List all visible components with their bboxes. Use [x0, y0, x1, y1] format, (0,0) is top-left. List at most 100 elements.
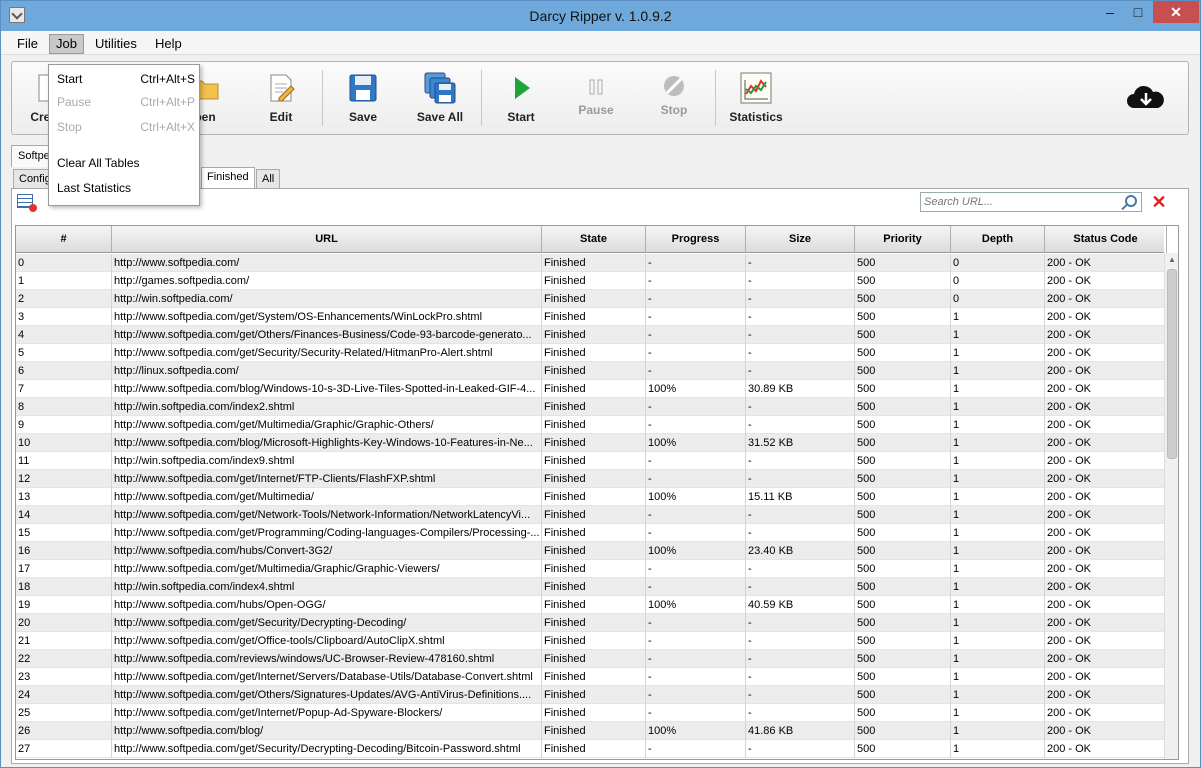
menu-item-last-statistics[interactable]: Last Statistics [49, 178, 199, 198]
cell-depth: 1 [951, 686, 1045, 704]
table-row[interactable]: 0 http://www.softpedia.com/Finished - -500 0… [16, 254, 1167, 272]
cell-state: Finished [542, 380, 646, 398]
table-row[interactable]: 24 http://www.softpedia.com/get/Others/Si… [16, 686, 1167, 704]
table-row[interactable]: 17 http://www.softpedia.com/get/Multimedi… [16, 560, 1167, 578]
cell-state: Finished [542, 470, 646, 488]
menu-item-stop[interactable]: Stop Ctrl+Alt+X [49, 117, 199, 137]
table-row[interactable]: 23 http://www.softpedia.com/get/Internet/… [16, 668, 1167, 686]
cell-number: 23 [16, 668, 112, 686]
cell-progress: - [646, 416, 746, 434]
cell-progress: - [646, 740, 746, 758]
table-row[interactable]: 5 http://www.softpedia.com/get/Security/S… [16, 344, 1167, 362]
minimize-button[interactable]: – [1096, 1, 1124, 23]
export-table-icon[interactable] [17, 194, 37, 212]
table-row[interactable]: 26 http://www.softpedia.com/blog/Finished… [16, 722, 1167, 740]
scroll-up-icon[interactable]: ▲ [1165, 253, 1179, 267]
cell-url: http://www.softpedia.com/get/Security/De… [112, 740, 542, 758]
cell-progress: - [646, 326, 746, 344]
column-header-url[interactable]: URL [112, 226, 542, 253]
column-header-size[interactable]: Size [746, 226, 855, 253]
stop-button[interactable]: Stop [639, 68, 709, 130]
table-row[interactable]: 4 http://www.softpedia.com/get/Others/Fin… [16, 326, 1167, 344]
cell-state: Finished [542, 560, 646, 578]
table-row[interactable]: 25 http://www.softpedia.com/get/Internet/… [16, 704, 1167, 722]
cell-size: - [746, 650, 855, 668]
cell-url: http://www.softpedia.com/blog/Microsoft-… [112, 434, 542, 452]
table-row[interactable]: 3 http://www.softpedia.com/get/System/OS-… [16, 308, 1167, 326]
table-row[interactable]: 20 http://www.softpedia.com/get/Security/… [16, 614, 1167, 632]
vertical-scrollbar[interactable]: ▲ [1164, 253, 1178, 759]
pause-button[interactable]: Pause [561, 68, 631, 130]
menu-file[interactable]: File [11, 34, 44, 54]
column-header-progress[interactable]: Progress [646, 226, 746, 253]
column-header-state[interactable]: State [542, 226, 646, 253]
cell-size: 31.52 KB [746, 434, 855, 452]
table-row[interactable]: 9 http://www.softpedia.com/get/Multimedia… [16, 416, 1167, 434]
cell-state: Finished [542, 704, 646, 722]
menu-help[interactable]: Help [149, 34, 188, 54]
search-field[interactable] [920, 192, 1142, 212]
menu-job[interactable]: Job [49, 34, 84, 54]
table-row[interactable]: 14 http://www.softpedia.com/get/Network-T… [16, 506, 1167, 524]
cloud-download-icon[interactable] [1126, 84, 1166, 112]
cell-state: Finished [542, 416, 646, 434]
cell-number: 9 [16, 416, 112, 434]
cell-number: 4 [16, 326, 112, 344]
cell-url: http://games.softpedia.com/ [112, 272, 542, 290]
table-row[interactable]: 1 http://games.softpedia.com/Finished - -50… [16, 272, 1167, 290]
menu-item-pause[interactable]: Pause Ctrl+Alt+P [49, 92, 199, 112]
table-row[interactable]: 11 http://win.softpedia.com/index9.shtml F… [16, 452, 1167, 470]
cell-priority: 500 [855, 686, 951, 704]
toolbar-separator [322, 70, 323, 126]
table-row[interactable]: 8 http://win.softpedia.com/index2.shtml Fi… [16, 398, 1167, 416]
cell-size: - [746, 668, 855, 686]
table-row[interactable]: 21 http://www.softpedia.com/get/Office-to… [16, 632, 1167, 650]
cell-depth: 1 [951, 344, 1045, 362]
table-row[interactable]: 19 http://www.softpedia.com/hubs/Open-OGG… [16, 596, 1167, 614]
cell-priority: 500 [855, 416, 951, 434]
cell-number: 1 [16, 272, 112, 290]
tab-config[interactable]: Config [13, 169, 51, 189]
search-icon[interactable] [1125, 195, 1137, 207]
tab-finished[interactable]: Finished [201, 167, 255, 189]
cell-status-code: 200 - OK [1045, 578, 1167, 596]
table-row[interactable]: 15 http://www.softpedia.com/get/Programmi… [16, 524, 1167, 542]
cell-state: Finished [542, 398, 646, 416]
menu-utilities[interactable]: Utilities [89, 34, 143, 54]
cell-priority: 500 [855, 308, 951, 326]
edit-button[interactable]: Edit [246, 68, 316, 130]
table-row[interactable]: 18 http://win.softpedia.com/index4.shtml F… [16, 578, 1167, 596]
save-button[interactable]: Save [328, 68, 398, 130]
cell-number: 0 [16, 254, 112, 272]
statistics-button[interactable]: Statistics [721, 68, 791, 130]
table-row[interactable]: 13 http://www.softpedia.com/get/Multimedi… [16, 488, 1167, 506]
menu-item-start[interactable]: Start Ctrl+Alt+S [49, 69, 199, 89]
menu-item-shortcut: Ctrl+Alt+P [140, 95, 195, 109]
column-header-priority[interactable]: Priority [855, 226, 951, 253]
table-row[interactable]: 2 http://win.softpedia.com/Finished - -500 0… [16, 290, 1167, 308]
save-all-button[interactable]: Save All [405, 68, 475, 130]
table-row[interactable]: 16 http://www.softpedia.com/hubs/Convert-… [16, 542, 1167, 560]
column-header-depth[interactable]: Depth [951, 226, 1045, 253]
close-button[interactable]: ✕ [1153, 1, 1199, 23]
cell-state: Finished [542, 740, 646, 758]
clear-search-button[interactable]: ✕ [1150, 193, 1168, 211]
table-row[interactable]: 6 http://linux.softpedia.com/Finished - -50… [16, 362, 1167, 380]
tab-all[interactable]: All [256, 169, 281, 189]
start-button[interactable]: Start [486, 68, 556, 130]
table-row[interactable]: 27 http://www.softpedia.com/get/Security/… [16, 740, 1167, 758]
table-row[interactable]: 10 http://www.softpedia.com/blog/Microsof… [16, 434, 1167, 452]
table-row[interactable]: 12 http://www.softpedia.com/get/Internet/… [16, 470, 1167, 488]
table-row[interactable]: 7 http://www.softpedia.com/blog/Windows-1… [16, 380, 1167, 398]
cell-progress: 100% [646, 380, 746, 398]
table-row[interactable]: 22 http://www.softpedia.com/reviews/windo… [16, 650, 1167, 668]
maximize-button[interactable]: □ [1124, 1, 1152, 23]
column-header-status-code[interactable]: Status Code [1045, 226, 1167, 253]
cell-priority: 500 [855, 650, 951, 668]
search-input[interactable] [921, 193, 1117, 211]
cell-state: Finished [542, 344, 646, 362]
column-header-number[interactable]: # [16, 226, 112, 253]
cell-depth: 0 [951, 290, 1045, 308]
menu-item-clear-all-tables[interactable]: Clear All Tables [49, 153, 199, 173]
scrollbar-thumb[interactable] [1167, 269, 1177, 459]
